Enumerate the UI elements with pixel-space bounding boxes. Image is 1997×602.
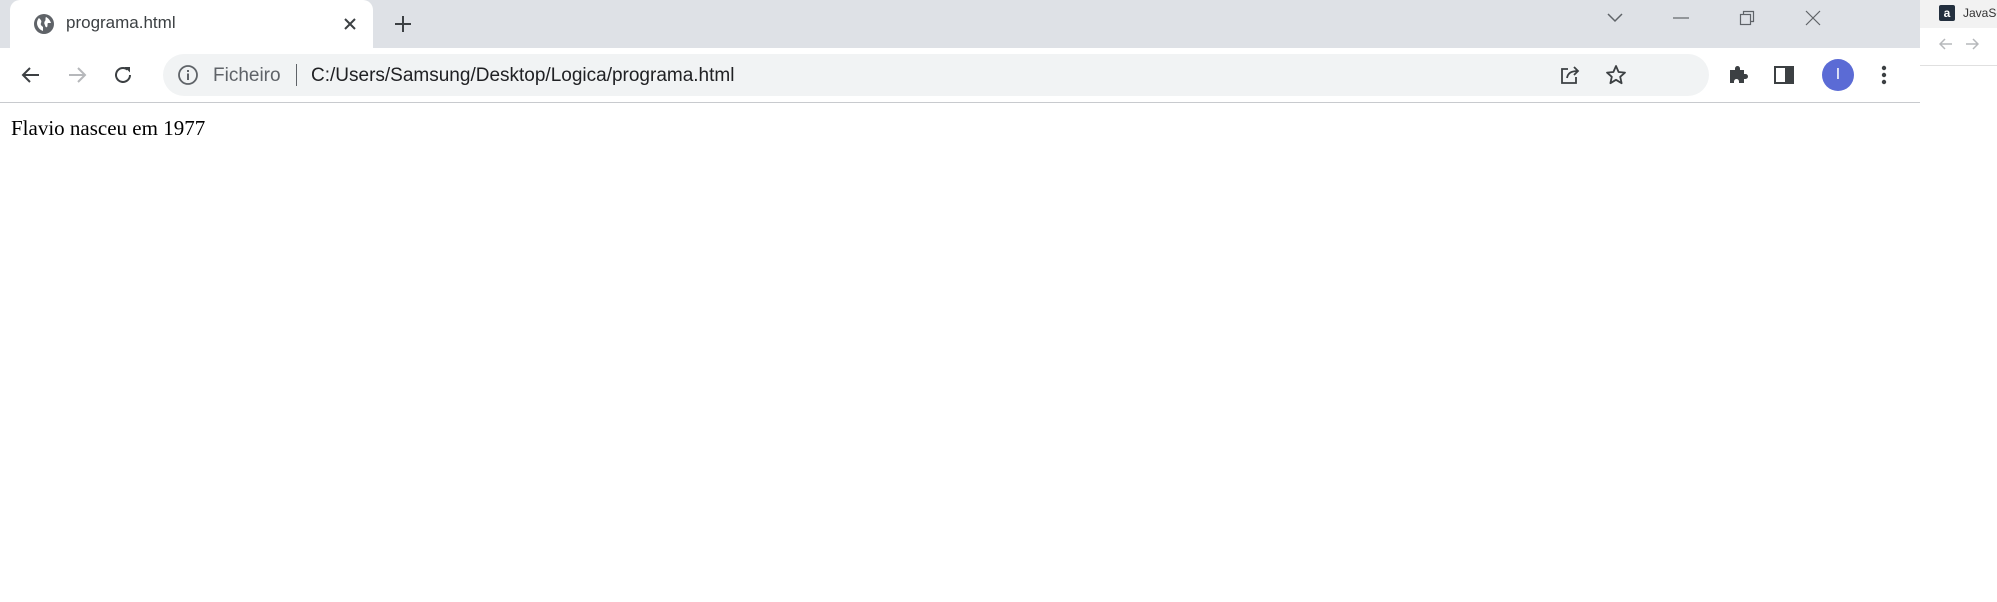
tab-strip: programa.html bbox=[0, 0, 1920, 48]
site-scheme-label[interactable]: Ficheiro bbox=[213, 65, 281, 87]
toolbar: Ficheiro C:/Users/Samsung/Desktop/Logica… bbox=[0, 48, 1920, 103]
restore-icon bbox=[1739, 10, 1755, 26]
reload-icon bbox=[115, 66, 131, 83]
side-panel-button[interactable] bbox=[1766, 57, 1802, 93]
close-window-button[interactable] bbox=[1782, 0, 1844, 36]
minimize-button[interactable] bbox=[1650, 0, 1712, 36]
extensions-button[interactable] bbox=[1720, 57, 1756, 93]
active-tab[interactable]: programa.html bbox=[10, 0, 373, 48]
close-icon bbox=[344, 18, 356, 30]
star-icon bbox=[1606, 65, 1626, 85]
arrow-left-icon bbox=[21, 67, 39, 83]
arrow-left-icon bbox=[1939, 38, 1952, 50]
share-button[interactable] bbox=[1556, 61, 1584, 89]
amazon-icon: a bbox=[1939, 5, 1955, 21]
side-panel-icon bbox=[1774, 66, 1794, 84]
background-back-button[interactable] bbox=[1936, 34, 1956, 54]
plus-icon bbox=[395, 16, 411, 32]
chevron-down-icon bbox=[1607, 13, 1623, 23]
menu-button[interactable] bbox=[1866, 57, 1902, 93]
close-tab-button[interactable] bbox=[337, 11, 363, 37]
globe-icon bbox=[34, 14, 54, 34]
tab-search-button[interactable] bbox=[1584, 0, 1646, 36]
minimize-icon bbox=[1673, 17, 1689, 19]
background-tab-title: JavaScr bbox=[1963, 6, 1997, 20]
back-button[interactable] bbox=[13, 57, 49, 93]
puzzle-icon bbox=[1730, 66, 1748, 83]
browser-window: programa.html Ficheiro C:/Users/Samsung/… bbox=[0, 0, 1920, 602]
url-text[interactable]: C:/Users/Samsung/Desktop/Logica/programa… bbox=[311, 65, 734, 87]
info-icon[interactable] bbox=[177, 64, 199, 86]
arrow-right-icon bbox=[69, 67, 87, 83]
bookmark-button[interactable] bbox=[1602, 61, 1630, 89]
address-bar[interactable]: Ficheiro C:/Users/Samsung/Desktop/Logica… bbox=[163, 54, 1709, 96]
omnibox-divider bbox=[296, 64, 297, 86]
page-content: Flavio nasceu em 1977 bbox=[0, 103, 1920, 602]
background-window: a JavaScr bbox=[1920, 0, 1997, 602]
background-forward-button[interactable] bbox=[1962, 34, 1982, 54]
close-icon bbox=[1805, 10, 1821, 26]
forward-button[interactable] bbox=[59, 57, 95, 93]
restore-button[interactable] bbox=[1716, 0, 1778, 36]
tab-title: programa.html bbox=[66, 13, 176, 32]
background-window-titlebar[interactable]: a JavaScr bbox=[1920, 0, 1997, 28]
share-icon bbox=[1561, 66, 1580, 84]
profile-avatar[interactable]: I bbox=[1822, 59, 1854, 91]
arrow-right-icon bbox=[1966, 38, 1979, 50]
page-text: Flavio nasceu em 1977 bbox=[11, 116, 206, 140]
kebab-menu-icon bbox=[1881, 65, 1887, 85]
new-tab-button[interactable] bbox=[388, 9, 418, 39]
reload-button[interactable] bbox=[105, 57, 141, 93]
background-toolbar-divider bbox=[1920, 65, 1997, 66]
